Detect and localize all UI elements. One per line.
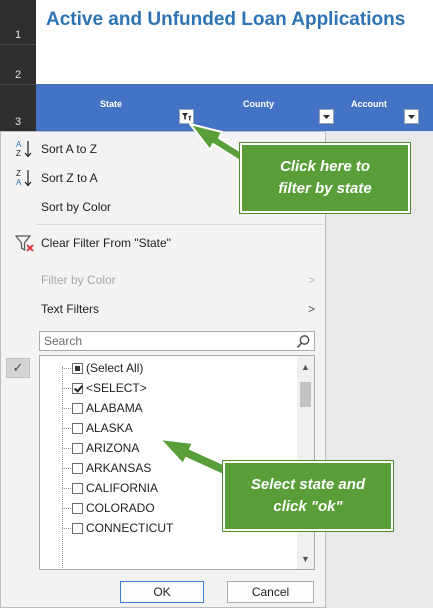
search-mode-checkmark-icon: ✓ [6, 358, 30, 378]
scrollbar-thumb[interactable] [300, 382, 311, 407]
clear-filter-icon [14, 235, 34, 252]
chevron-up-icon[interactable]: ▲ [297, 359, 314, 375]
sort-descending-icon: Z A [16, 169, 32, 187]
table-header-row: State County Account [36, 84, 433, 131]
sheet-title: Active and Unfunded Loan Applications [46, 9, 406, 30]
chevron-right-icon: > [307, 273, 315, 287]
checkbox-select-all[interactable] [72, 362, 83, 374]
list-item-label: ALASKA [86, 421, 133, 435]
menu-clear-filter-label: Clear Filter From "State" [41, 236, 171, 250]
row-header-1[interactable]: 1 [0, 0, 36, 44]
column-header-state: State [100, 99, 123, 109]
callout-filter-by-state: Click here to filter by state [240, 143, 410, 213]
filter-search-box [39, 331, 315, 351]
row-number-2: 2 [14, 69, 22, 81]
list-item-label: ALABAMA [86, 401, 143, 415]
chevron-down-icon [323, 115, 330, 119]
list-item-label: ARKANSAS [86, 461, 152, 475]
list-item-connecticut[interactable]: CONNECTICUT [62, 518, 173, 538]
svg-text:A: A [16, 178, 22, 187]
list-item-select[interactable]: <SELECT> [62, 378, 147, 398]
svg-text:A: A [16, 140, 22, 149]
filter-search-input[interactable] [40, 332, 290, 350]
search-icon[interactable] [296, 334, 311, 349]
list-item-label: ARIZONA [86, 441, 140, 455]
menu-sort-a-to-z-label: Sort A to Z [41, 142, 98, 156]
filter-funnel-icon [182, 113, 191, 121]
menu-separator [37, 224, 323, 225]
list-item-label: <SELECT> [86, 381, 147, 395]
list-item-label: CONNECTICUT [86, 521, 174, 535]
callout-select-state: Select state and click "ok" [223, 461, 393, 531]
list-item-label: COLORADO [86, 501, 155, 515]
list-item-label: CALIFORNIA [86, 481, 159, 495]
sort-ascending-icon: A Z [16, 140, 32, 158]
menu-text-filters-label: Text Filters [41, 302, 100, 316]
row-header-2[interactable]: 2 [0, 44, 36, 84]
svg-text:Z: Z [16, 149, 21, 158]
checkbox-select[interactable] [72, 382, 83, 394]
ok-button[interactable]: OK [120, 581, 204, 603]
checkbox-california[interactable] [72, 482, 83, 494]
checkbox-alaska[interactable] [72, 422, 83, 434]
menu-clear-filter[interactable]: Clear Filter From "State" [1, 231, 325, 255]
menu-filter-by-color-label: Filter by Color [41, 273, 116, 287]
list-item-arkansas[interactable]: ARKANSAS [62, 458, 151, 478]
checkbox-arkansas[interactable] [72, 462, 83, 474]
state-filter-button[interactable] [179, 109, 194, 124]
chevron-right-icon: > [307, 302, 315, 316]
checkbox-connecticut[interactable] [72, 522, 83, 534]
list-item-select-all[interactable]: (Select All) [62, 358, 143, 378]
list-item-california[interactable]: CALIFORNIA [62, 478, 158, 498]
menu-sort-by-color-label: Sort by Color [41, 200, 112, 214]
list-item-colorado[interactable]: COLORADO [62, 498, 155, 518]
list-item-alabama[interactable]: ALABAMA [62, 398, 143, 418]
menu-filter-by-color[interactable]: Filter by Color > [1, 268, 325, 292]
checkbox-arizona[interactable] [72, 442, 83, 454]
county-filter-button[interactable] [319, 109, 334, 124]
chevron-down-icon [408, 115, 415, 119]
account-filter-button[interactable] [404, 109, 419, 124]
menu-text-filters[interactable]: Text Filters > [1, 297, 325, 321]
row-header-3[interactable]: 3 [0, 84, 36, 131]
list-item-arizona[interactable]: ARIZONA [62, 438, 139, 458]
column-header-account: Account [351, 99, 387, 109]
list-item-alaska[interactable]: ALASKA [62, 418, 133, 438]
row-number-3: 3 [14, 116, 22, 128]
svg-text:Z: Z [16, 169, 21, 178]
checkbox-colorado[interactable] [72, 502, 83, 514]
checkbox-alabama[interactable] [72, 402, 83, 414]
cancel-button[interactable]: Cancel [227, 581, 314, 603]
chevron-down-icon[interactable]: ▼ [297, 551, 314, 567]
list-item-label: (Select All) [86, 361, 144, 375]
row-number-1: 1 [14, 29, 22, 41]
column-header-county: County [243, 99, 274, 109]
menu-sort-z-to-a-label: Sort Z to A [41, 171, 98, 185]
